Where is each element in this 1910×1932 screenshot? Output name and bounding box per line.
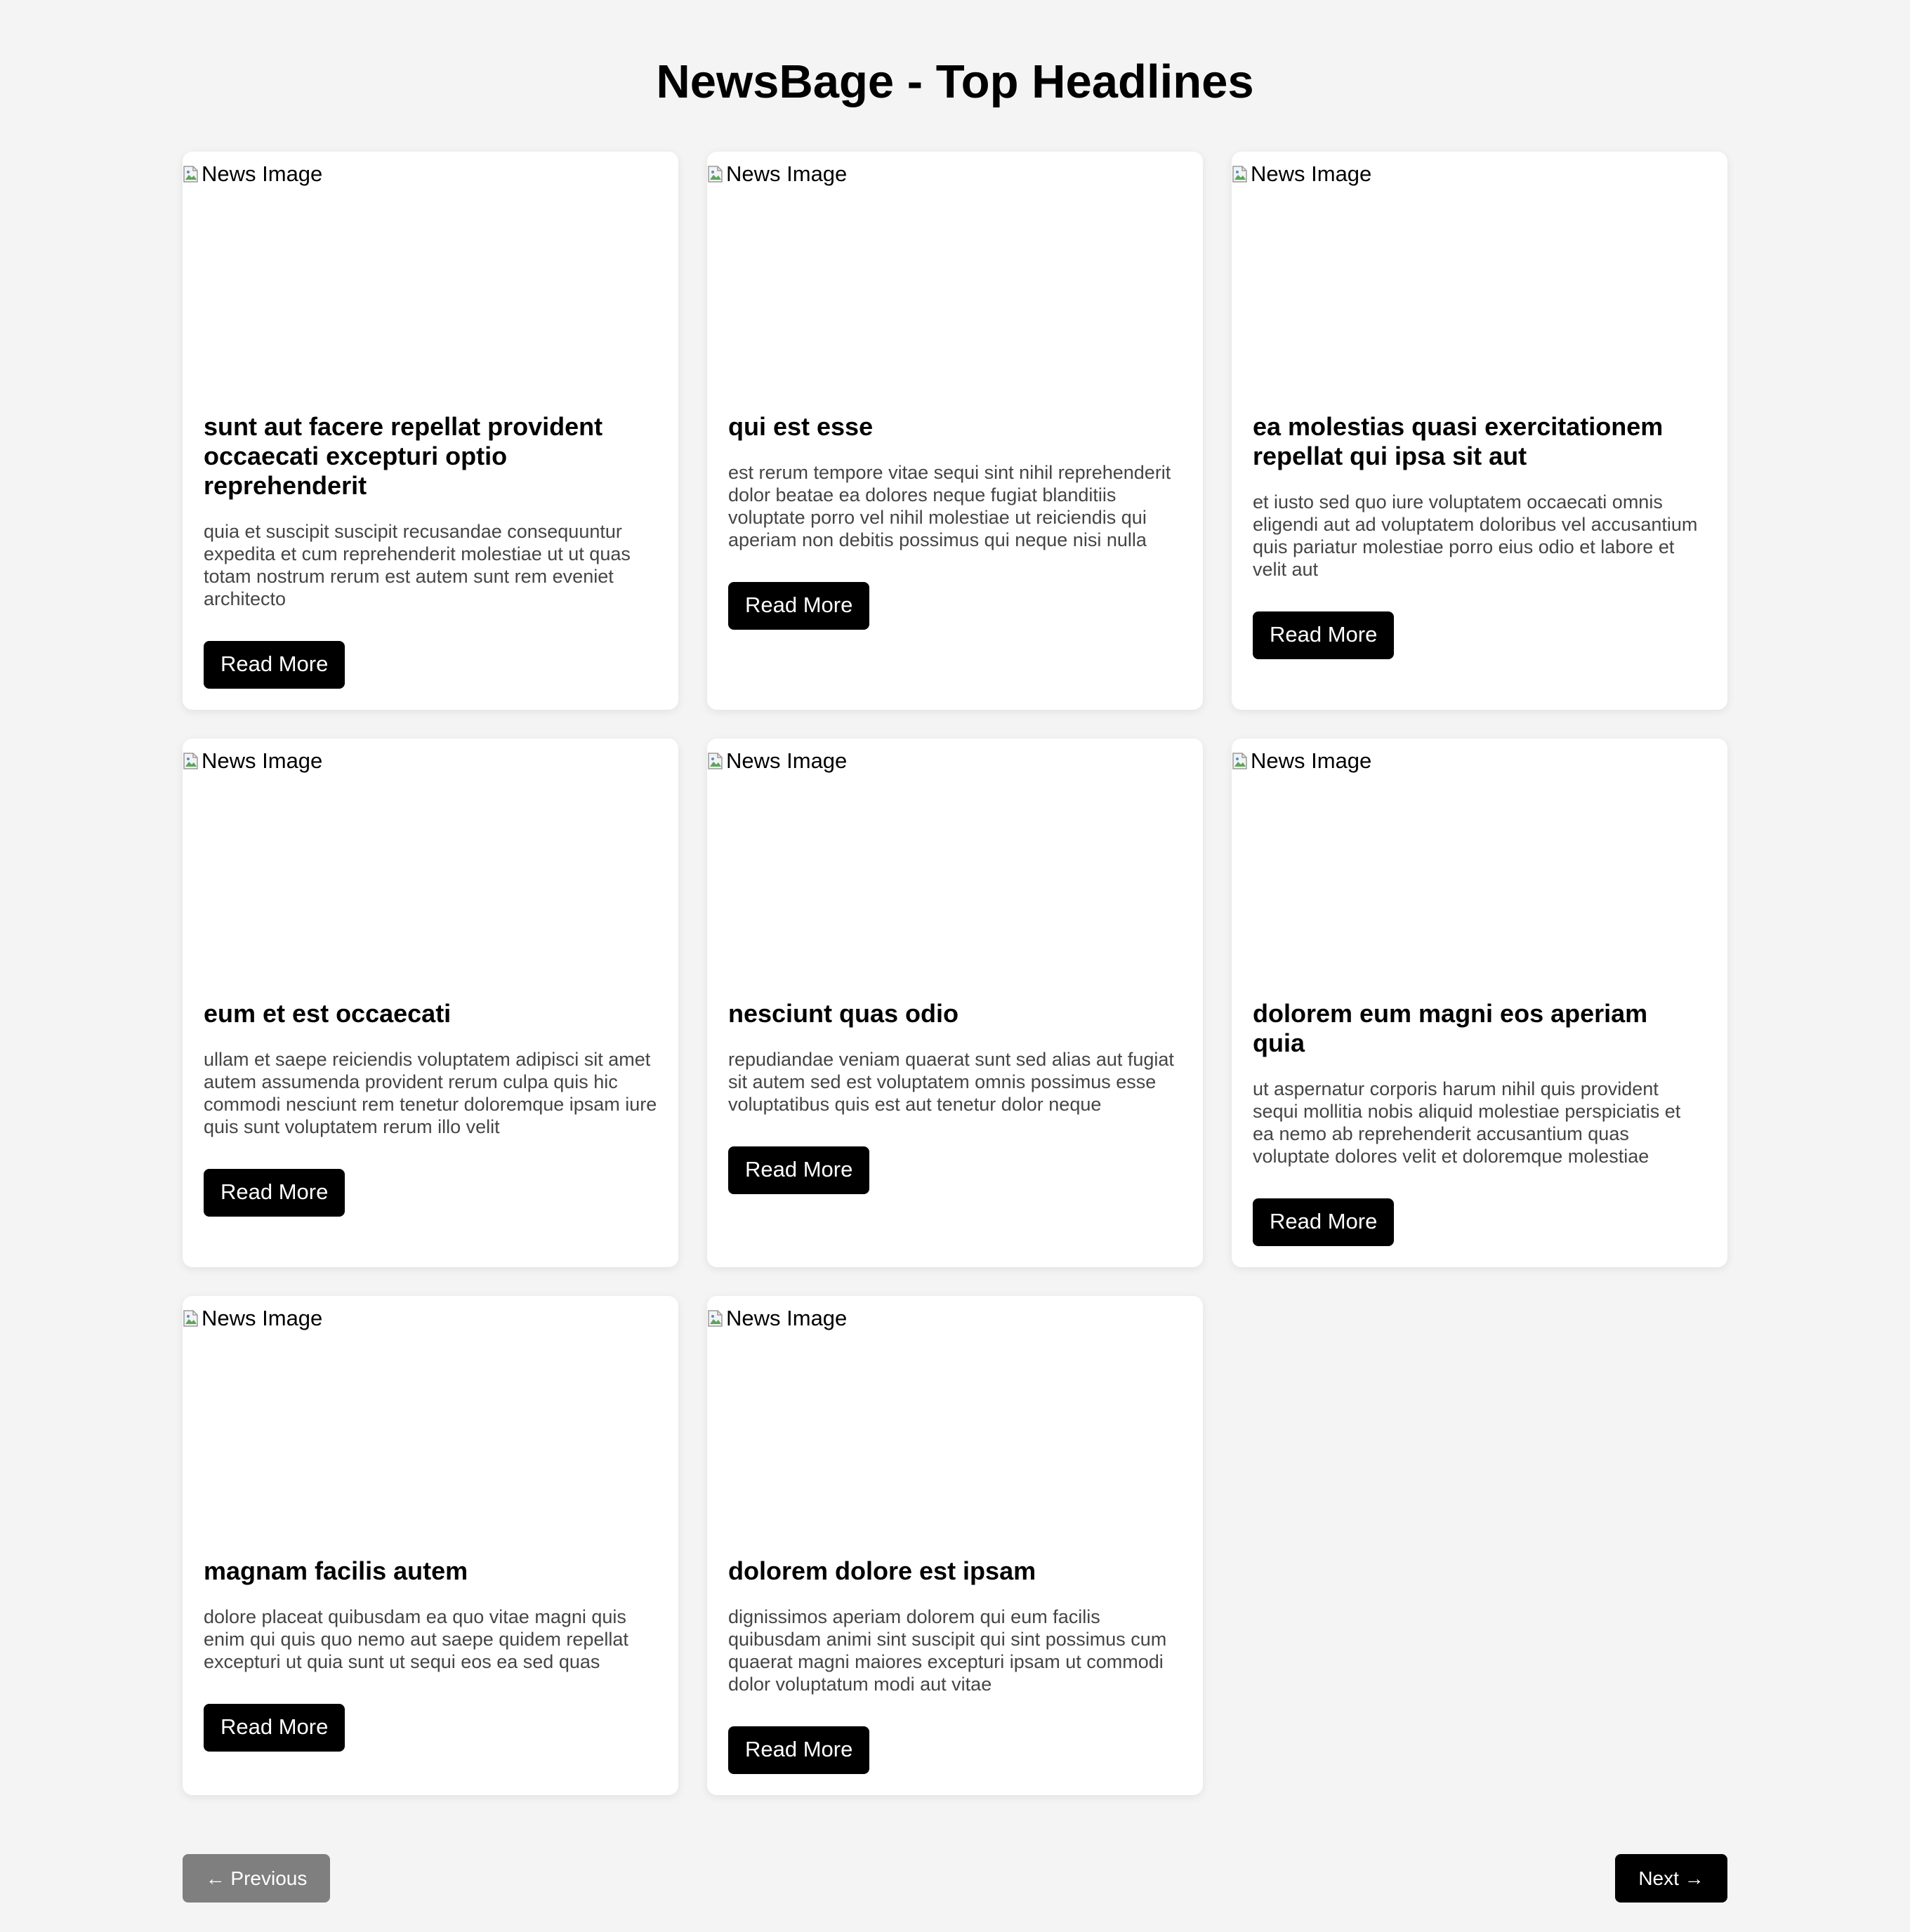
broken-image-icon (183, 752, 199, 770)
next-page-button[interactable]: Next → (1615, 1854, 1727, 1903)
news-grid: News Image sunt aut facere repellat prov… (183, 152, 1727, 1795)
news-card: News Image magnam facilis autem dolore p… (183, 1296, 678, 1795)
news-title: qui est esse (728, 412, 874, 441)
broken-image-icon (183, 165, 199, 183)
news-title: eum et est occaecati (204, 999, 452, 1028)
news-image: News Image (183, 152, 678, 412)
news-image: News Image (707, 739, 1203, 999)
broken-image-icon (183, 1309, 199, 1328)
broken-image-icon (1232, 752, 1249, 770)
read-more-button[interactable]: Read More (204, 1169, 345, 1217)
news-image-alt-text: News Image (726, 748, 848, 773)
news-description: ut aspernatur corporis harum nihil quis … (1253, 1078, 1681, 1167)
news-card: News Image dolorem eum magni eos aperiam… (1232, 739, 1727, 1267)
read-more-button[interactable]: Read More (1253, 1198, 1395, 1246)
news-description: et iusto sed quo iure voluptatem occaeca… (1253, 491, 1698, 580)
news-image: News Image (183, 739, 678, 999)
previous-page-button[interactable]: ← Previous (183, 1854, 330, 1903)
news-card: News Image eum et est occaecati ullam et… (183, 739, 678, 1267)
news-description: ullam et saepe reiciendis voluptatem adi… (204, 1049, 657, 1137)
news-image-alt-text: News Image (1251, 748, 1372, 773)
news-image-alt-text: News Image (726, 161, 848, 186)
news-image: News Image (707, 152, 1203, 412)
news-image-alt-text: News Image (726, 1306, 848, 1330)
news-title: dolorem eum magni eos aperiam quia (1253, 999, 1648, 1057)
news-title: sunt aut facere repellat provident occae… (204, 412, 603, 500)
news-description: dolore placeat quibusdam ea quo vitae ma… (204, 1606, 628, 1672)
read-more-button[interactable]: Read More (204, 1704, 345, 1752)
broken-image-icon (1232, 165, 1249, 183)
broken-image-icon (707, 1309, 724, 1328)
news-card: News Image dolorem dolore est ipsam dign… (707, 1296, 1203, 1795)
news-description: quia et suscipit suscipit recusandae con… (204, 521, 631, 609)
broken-image-icon (707, 752, 724, 770)
news-image: News Image (183, 1296, 678, 1556)
news-card: News Image nesciunt quas odio repudianda… (707, 739, 1203, 1267)
news-card: News Image sunt aut facere repellat prov… (183, 152, 678, 710)
read-more-button[interactable]: Read More (1253, 611, 1395, 659)
page-title: NewsBage - Top Headlines (656, 55, 1254, 108)
read-more-button[interactable]: Read More (728, 1146, 870, 1194)
news-image-alt-text: News Image (202, 161, 323, 186)
news-image: News Image (1232, 152, 1727, 412)
read-more-button[interactable]: Read More (728, 1726, 870, 1774)
news-title: dolorem dolore est ipsam (728, 1556, 1036, 1585)
news-image: News Image (707, 1296, 1203, 1556)
news-description: repudiandae veniam quaerat sunt sed alia… (728, 1049, 1174, 1115)
news-title: ea molestias quasi exercitationem repell… (1253, 412, 1664, 470)
broken-image-icon (707, 165, 724, 183)
news-image-alt-text: News Image (202, 1306, 323, 1330)
news-image: News Image (1232, 739, 1727, 999)
news-image-alt-text: News Image (1251, 161, 1372, 186)
read-more-button[interactable]: Read More (728, 582, 870, 630)
news-description: dignissimos aperiam dolorem qui eum faci… (728, 1606, 1167, 1695)
news-card: News Image ea molestias quasi exercitati… (1232, 152, 1727, 710)
news-title: magnam facilis autem (204, 1556, 468, 1585)
news-image-alt-text: News Image (202, 748, 323, 773)
news-card: News Image qui est esse est rerum tempor… (707, 152, 1203, 710)
news-description: est rerum tempore vitae sequi sint nihil… (728, 462, 1171, 550)
read-more-button[interactable]: Read More (204, 641, 345, 689)
news-title: nesciunt quas odio (728, 999, 959, 1028)
